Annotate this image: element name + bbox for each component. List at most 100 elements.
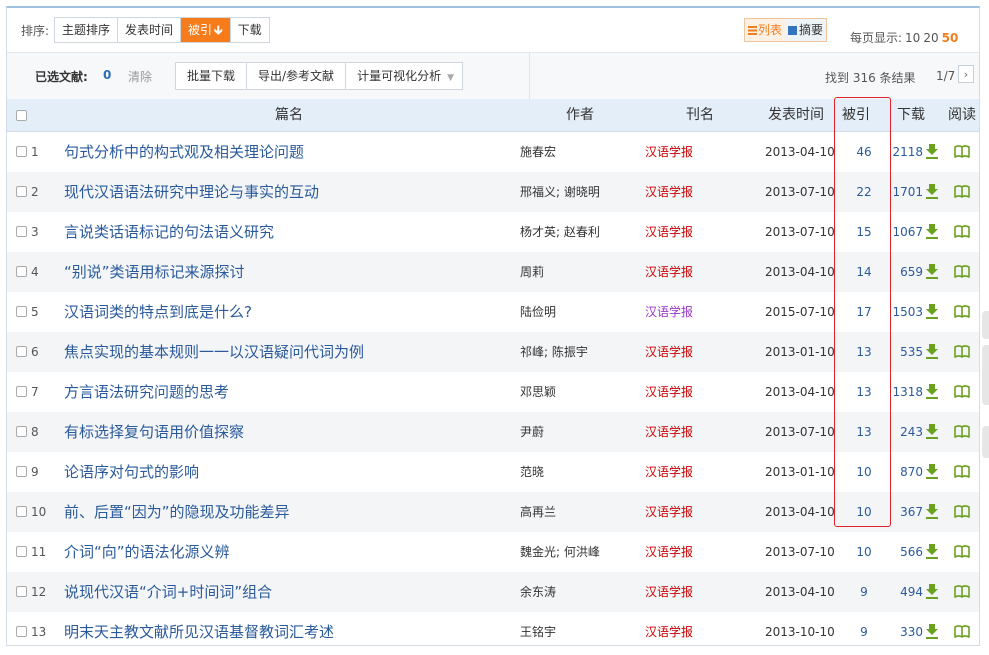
author-link[interactable]: 范晓 bbox=[520, 452, 544, 492]
side-feedback-tab[interactable] bbox=[982, 345, 989, 405]
download-icon[interactable] bbox=[925, 612, 939, 652]
article-title-link[interactable]: 论语序对句式的影响 bbox=[64, 452, 199, 492]
read-book-icon[interactable] bbox=[953, 372, 971, 412]
journal-link[interactable]: 汉语学报 bbox=[645, 292, 693, 332]
article-title-link[interactable]: 有标选择复句语用价值探察 bbox=[64, 412, 244, 452]
download-icon[interactable] bbox=[925, 412, 939, 452]
export-references-button[interactable]: 导出/参考文献 bbox=[247, 63, 347, 89]
download-count[interactable]: 2118 bbox=[885, 132, 923, 172]
column-header-author[interactable]: 作者 bbox=[566, 99, 594, 131]
row-checkbox[interactable] bbox=[16, 266, 27, 277]
read-book-icon[interactable] bbox=[953, 292, 971, 332]
journal-link[interactable]: 汉语学报 bbox=[645, 172, 693, 212]
author-link[interactable]: 邢福义; 谢晓明 bbox=[520, 172, 600, 212]
visual-analysis-button[interactable]: 计量可视化分析 ▼ bbox=[346, 63, 462, 89]
read-book-icon[interactable] bbox=[953, 492, 971, 532]
row-checkbox[interactable] bbox=[16, 506, 27, 517]
column-header-citations[interactable]: 被引 bbox=[842, 99, 870, 131]
download-icon[interactable] bbox=[925, 452, 939, 492]
author-link[interactable]: 陆俭明 bbox=[520, 292, 556, 332]
read-book-icon[interactable] bbox=[953, 572, 971, 612]
download-icon[interactable] bbox=[925, 572, 939, 612]
download-count[interactable]: 330 bbox=[885, 612, 923, 652]
author-link[interactable]: 邓思颖 bbox=[520, 372, 556, 412]
article-title-link[interactable]: 言说类话语标记的句法语义研究 bbox=[64, 212, 274, 252]
journal-link[interactable]: 汉语学报 bbox=[645, 132, 693, 172]
row-checkbox[interactable] bbox=[16, 346, 27, 357]
download-count[interactable]: 243 bbox=[885, 412, 923, 452]
download-icon[interactable] bbox=[925, 532, 939, 572]
read-book-icon[interactable] bbox=[953, 212, 971, 252]
download-icon[interactable] bbox=[925, 212, 939, 252]
author-link[interactable]: 王铭宇 bbox=[520, 612, 556, 652]
download-count[interactable]: 1503 bbox=[885, 292, 923, 332]
journal-link[interactable]: 汉语学报 bbox=[645, 212, 693, 252]
clear-selection-button[interactable]: 清除 bbox=[128, 68, 152, 85]
column-header-downloads[interactable]: 下载 bbox=[897, 99, 925, 131]
read-book-icon[interactable] bbox=[953, 172, 971, 212]
journal-link[interactable]: 汉语学报 bbox=[645, 572, 693, 612]
row-checkbox[interactable] bbox=[16, 306, 27, 317]
batch-download-button[interactable]: 批量下载 bbox=[176, 63, 248, 89]
download-count[interactable]: 659 bbox=[885, 252, 923, 292]
row-checkbox[interactable] bbox=[16, 466, 27, 477]
row-checkbox[interactable] bbox=[16, 586, 27, 597]
download-icon[interactable] bbox=[925, 292, 939, 332]
journal-link[interactable]: 汉语学报 bbox=[645, 372, 693, 412]
download-count[interactable]: 494 bbox=[885, 572, 923, 612]
journal-link[interactable]: 汉语学报 bbox=[645, 532, 693, 572]
column-header-date[interactable]: 发表时间 bbox=[768, 99, 824, 131]
side-scroll-tab[interactable] bbox=[982, 311, 989, 339]
read-book-icon[interactable] bbox=[953, 412, 971, 452]
journal-link[interactable]: 汉语学报 bbox=[645, 332, 693, 372]
download-count[interactable]: 566 bbox=[885, 532, 923, 572]
read-book-icon[interactable] bbox=[953, 132, 971, 172]
author-link[interactable]: 祁峰; 陈振宇 bbox=[520, 332, 588, 372]
download-icon[interactable] bbox=[925, 172, 939, 212]
read-book-icon[interactable] bbox=[953, 452, 971, 492]
select-all-checkbox[interactable] bbox=[16, 110, 27, 121]
journal-link[interactable]: 汉语学报 bbox=[645, 412, 693, 452]
journal-link[interactable]: 汉语学报 bbox=[645, 492, 693, 532]
article-title-link[interactable]: 焦点实现的基本规则一一以汉语疑问代词为例 bbox=[64, 332, 364, 372]
download-count[interactable]: 1318 bbox=[885, 372, 923, 412]
sort-by-citations-button[interactable]: 被引 🡳 bbox=[181, 18, 231, 42]
column-header-journal[interactable]: 刊名 bbox=[686, 99, 714, 131]
author-link[interactable]: 高再兰 bbox=[520, 492, 556, 532]
sort-by-topic-button[interactable]: 主题排序 bbox=[55, 18, 119, 42]
per-page-option-10[interactable]: 10 bbox=[905, 31, 920, 45]
article-title-link[interactable]: 现代汉语语法研究中理论与事实的互动 bbox=[64, 172, 319, 212]
row-checkbox[interactable] bbox=[16, 146, 27, 157]
author-link[interactable]: 尹蔚 bbox=[520, 412, 544, 452]
download-count[interactable]: 870 bbox=[885, 452, 923, 492]
per-page-option-50[interactable]: 50 bbox=[942, 31, 959, 45]
article-title-link[interactable]: 说现代汉语“介词+时间词”组合 bbox=[64, 572, 272, 612]
author-link[interactable]: 余东涛 bbox=[520, 572, 556, 612]
download-count[interactable]: 1067 bbox=[885, 212, 923, 252]
article-title-link[interactable]: 介词“向”的语法化源义辨 bbox=[64, 532, 230, 572]
download-icon[interactable] bbox=[925, 252, 939, 292]
article-title-link[interactable]: “别说”类语用标记来源探讨 bbox=[64, 252, 245, 292]
download-icon[interactable] bbox=[925, 332, 939, 372]
download-icon[interactable] bbox=[925, 132, 939, 172]
journal-link[interactable]: 汉语学报 bbox=[645, 452, 693, 492]
author-link[interactable]: 周莉 bbox=[520, 252, 544, 292]
read-book-icon[interactable] bbox=[953, 332, 971, 372]
article-title-link[interactable]: 句式分析中的构式观及相关理论问题 bbox=[64, 132, 304, 172]
abstract-view-button[interactable]: 摘要 bbox=[785, 19, 827, 41]
journal-link[interactable]: 汉语学报 bbox=[645, 612, 693, 652]
journal-link[interactable]: 汉语学报 bbox=[645, 252, 693, 292]
per-page-option-20[interactable]: 20 bbox=[923, 31, 938, 45]
article-title-link[interactable]: 汉语词类的特点到底是什么? bbox=[64, 292, 252, 332]
download-count[interactable]: 1701 bbox=[885, 172, 923, 212]
sort-by-downloads-button[interactable]: 下载 bbox=[230, 18, 269, 42]
author-link[interactable]: 施春宏 bbox=[520, 132, 556, 172]
side-top-tab[interactable] bbox=[982, 426, 989, 458]
row-checkbox[interactable] bbox=[16, 546, 27, 557]
list-view-button[interactable]: 列表 bbox=[745, 19, 785, 41]
row-checkbox[interactable] bbox=[16, 186, 27, 197]
article-title-link[interactable]: 方言语法研究问题的思考 bbox=[64, 372, 229, 412]
next-page-button[interactable]: › bbox=[958, 65, 974, 83]
row-checkbox[interactable] bbox=[16, 386, 27, 397]
download-count[interactable]: 367 bbox=[885, 492, 923, 532]
